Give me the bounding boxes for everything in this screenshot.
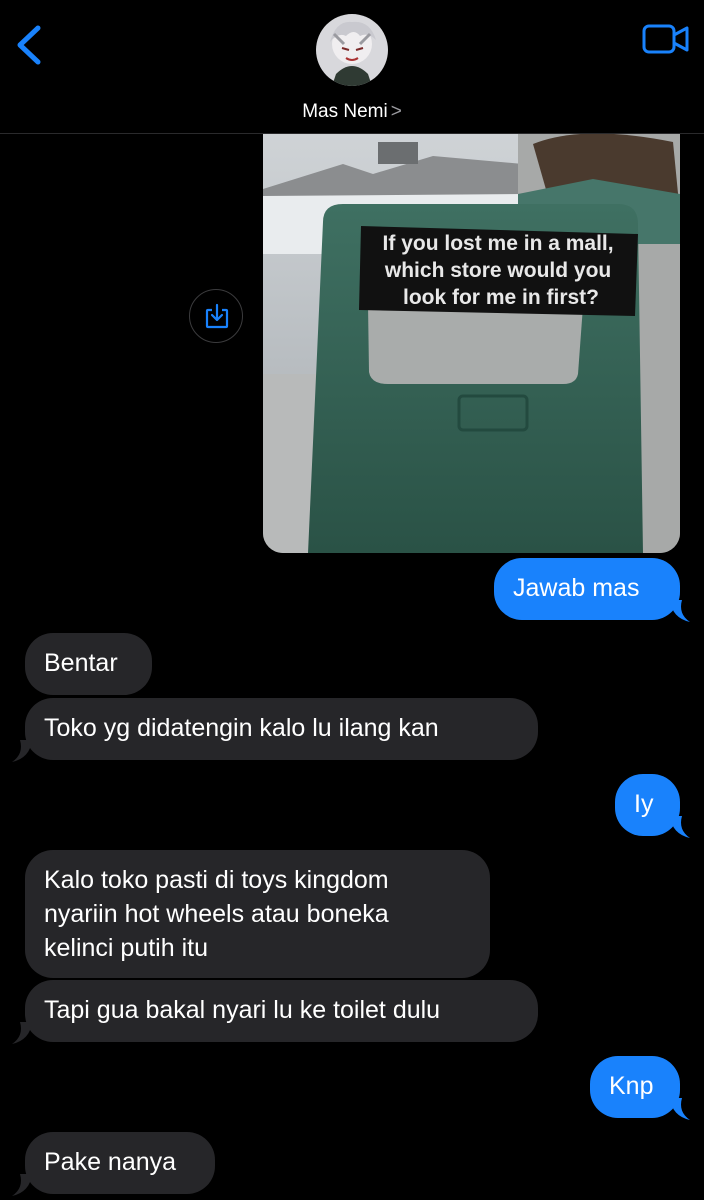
message-bubble-incoming[interactable]: Pake nanya (25, 1132, 215, 1194)
chevron-right-icon: > (390, 101, 402, 122)
back-button[interactable] (12, 22, 52, 68)
message-text-line: kelinci putih itu (44, 934, 208, 962)
avatar-image (316, 14, 388, 86)
message-bubble-outgoing[interactable]: Knp (590, 1056, 680, 1118)
bus-seat-photo: If you lost me in a mall, which store wo… (263, 134, 680, 553)
message-bubble-incoming[interactable]: Bentar (25, 633, 152, 695)
save-photo-button[interactable] (189, 289, 243, 343)
message-text: Tapi gua bakal nyari lu ke toilet dulu (44, 996, 441, 1024)
contact-name-button[interactable]: Mas Nemi > (0, 101, 704, 123)
bubble-tail (12, 1174, 32, 1196)
video-camera-icon (642, 24, 689, 54)
message-text: Knp (609, 1072, 654, 1100)
video-call-button[interactable] (640, 20, 692, 58)
message-text: Iy (634, 790, 654, 818)
chevron-left-icon (17, 25, 41, 65)
message-text: Bentar (44, 649, 118, 677)
message-bubble-incoming[interactable]: Tapi gua bakal nyari lu ke toilet dulu (25, 980, 538, 1042)
contact-avatar[interactable] (316, 14, 388, 86)
sticker-line-3: look for me in first? (403, 286, 599, 309)
message-text: Pake nanya (44, 1148, 177, 1176)
message-text-line: nyariin hot wheels atau boneka (44, 900, 389, 928)
sticker-line-1: If you lost me in a mall, (383, 232, 614, 255)
photo-attachment[interactable]: If you lost me in a mall, which store wo… (263, 134, 680, 553)
sticker-line-2: which store would you (384, 259, 611, 282)
message-text-line: Kalo toko pasti di toys kingdom (44, 866, 389, 894)
bubble-tail (670, 816, 690, 838)
message-bubble-outgoing[interactable]: Jawab mas (494, 558, 680, 620)
bubble-tail (12, 740, 32, 762)
conversation-header: Mas Nemi > (0, 0, 704, 133)
bubble-tail (670, 1098, 690, 1120)
bubble-tail (670, 600, 690, 622)
message-bubble-incoming[interactable]: Kalo toko pasti di toys kingdom nyariin … (25, 850, 490, 978)
bubble-tail (12, 1022, 32, 1044)
svg-text:If you lost me in a mall,: If you lost me in a mall, which store wo… (383, 232, 620, 309)
message-text: Toko yg didatengin kalo lu ilang kan (44, 714, 439, 742)
message-text: Jawab mas (513, 574, 640, 602)
contact-name: Mas Nemi (302, 101, 388, 122)
message-bubble-incoming[interactable]: Toko yg didatengin kalo lu ilang kan (25, 698, 538, 760)
save-to-photos-icon (205, 303, 229, 329)
